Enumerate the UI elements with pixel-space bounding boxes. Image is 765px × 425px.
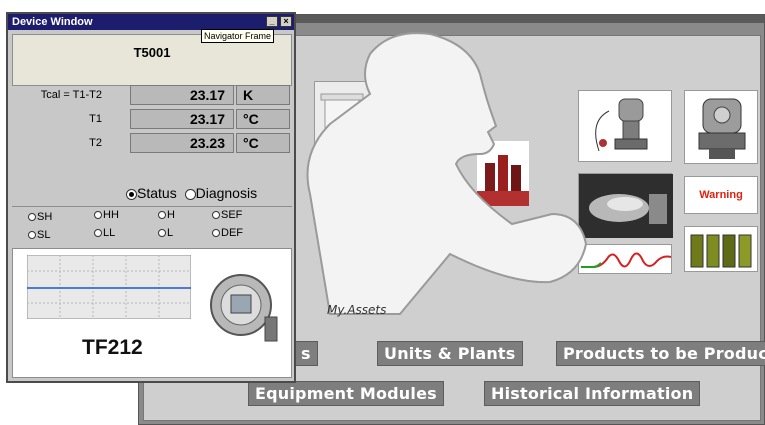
positioner-icon — [698, 98, 746, 159]
my-assets-label: My.Assets — [327, 303, 387, 317]
close-icon[interactable]: × — [280, 16, 292, 27]
alarm-indicator: DEF — [212, 227, 243, 239]
status-label[interactable]: Status — [137, 185, 177, 201]
device-tag: T5001 — [133, 45, 171, 60]
status-radio[interactable] — [126, 188, 137, 200]
device-window-titlebar[interactable]: Device Window _ × — [8, 14, 294, 30]
measurement-value: 23.23 — [130, 133, 234, 153]
sample-bottles-icon — [690, 234, 752, 268]
screen: Warning s Units & Plants Products to be … — [0, 0, 765, 425]
alarm-indicator: LL — [94, 227, 115, 239]
warning-card[interactable]: Warning — [684, 176, 758, 214]
alarm-indicator: SL — [28, 229, 50, 241]
measurement-value: 23.17 — [130, 109, 234, 129]
samples-card[interactable] — [684, 226, 758, 272]
view-mode-group: Status Diagnosis — [126, 185, 257, 201]
device-window-title: Device Window — [12, 16, 93, 28]
divider — [12, 206, 292, 207]
device-model: TF212 — [82, 336, 143, 359]
measurement-label: T1 — [89, 113, 102, 125]
navigator-frame-tooltip: Navigator Frame — [201, 29, 275, 43]
diagnosis-label[interactable]: Diagnosis — [196, 185, 257, 201]
warning-text: Warning — [699, 189, 743, 201]
alarm-indicator: L — [158, 227, 173, 239]
alarm-indicator: HH — [94, 209, 119, 221]
measurement-unit: K — [236, 85, 290, 105]
measurement-label: Tcal = T1-T2 — [40, 89, 102, 101]
measurement-unit: °C — [236, 109, 290, 129]
person-silhouette-image — [306, 32, 588, 315]
alarm-indicator: H — [158, 209, 175, 221]
trend-plot[interactable] — [27, 255, 191, 319]
historical-information-button[interactable]: Historical Information — [484, 381, 701, 406]
alarm-indicator: SEF — [212, 209, 242, 221]
diagnosis-radio[interactable] — [184, 188, 196, 200]
temperature-transmitter-icon — [210, 274, 278, 342]
measurement-unit: °C — [236, 133, 290, 153]
units-plants-button[interactable]: Units & Plants — [377, 341, 523, 366]
partial-nav-button[interactable]: s — [294, 341, 318, 366]
valve-positioner-image[interactable] — [684, 90, 758, 164]
device-window: Device Window _ × T5001 Tcal = T1-T2 23.… — [6, 12, 296, 383]
device-image-panel — [12, 248, 292, 378]
equipment-modules-button[interactable]: Equipment Modules — [248, 381, 444, 406]
minimize-icon[interactable]: _ — [266, 16, 278, 27]
products-button[interactable]: Products to be Produced — [556, 341, 765, 366]
alarm-indicator: SH — [28, 211, 52, 223]
measurement-value: 23.17 — [130, 85, 234, 105]
measurement-label: T2 — [89, 137, 102, 149]
